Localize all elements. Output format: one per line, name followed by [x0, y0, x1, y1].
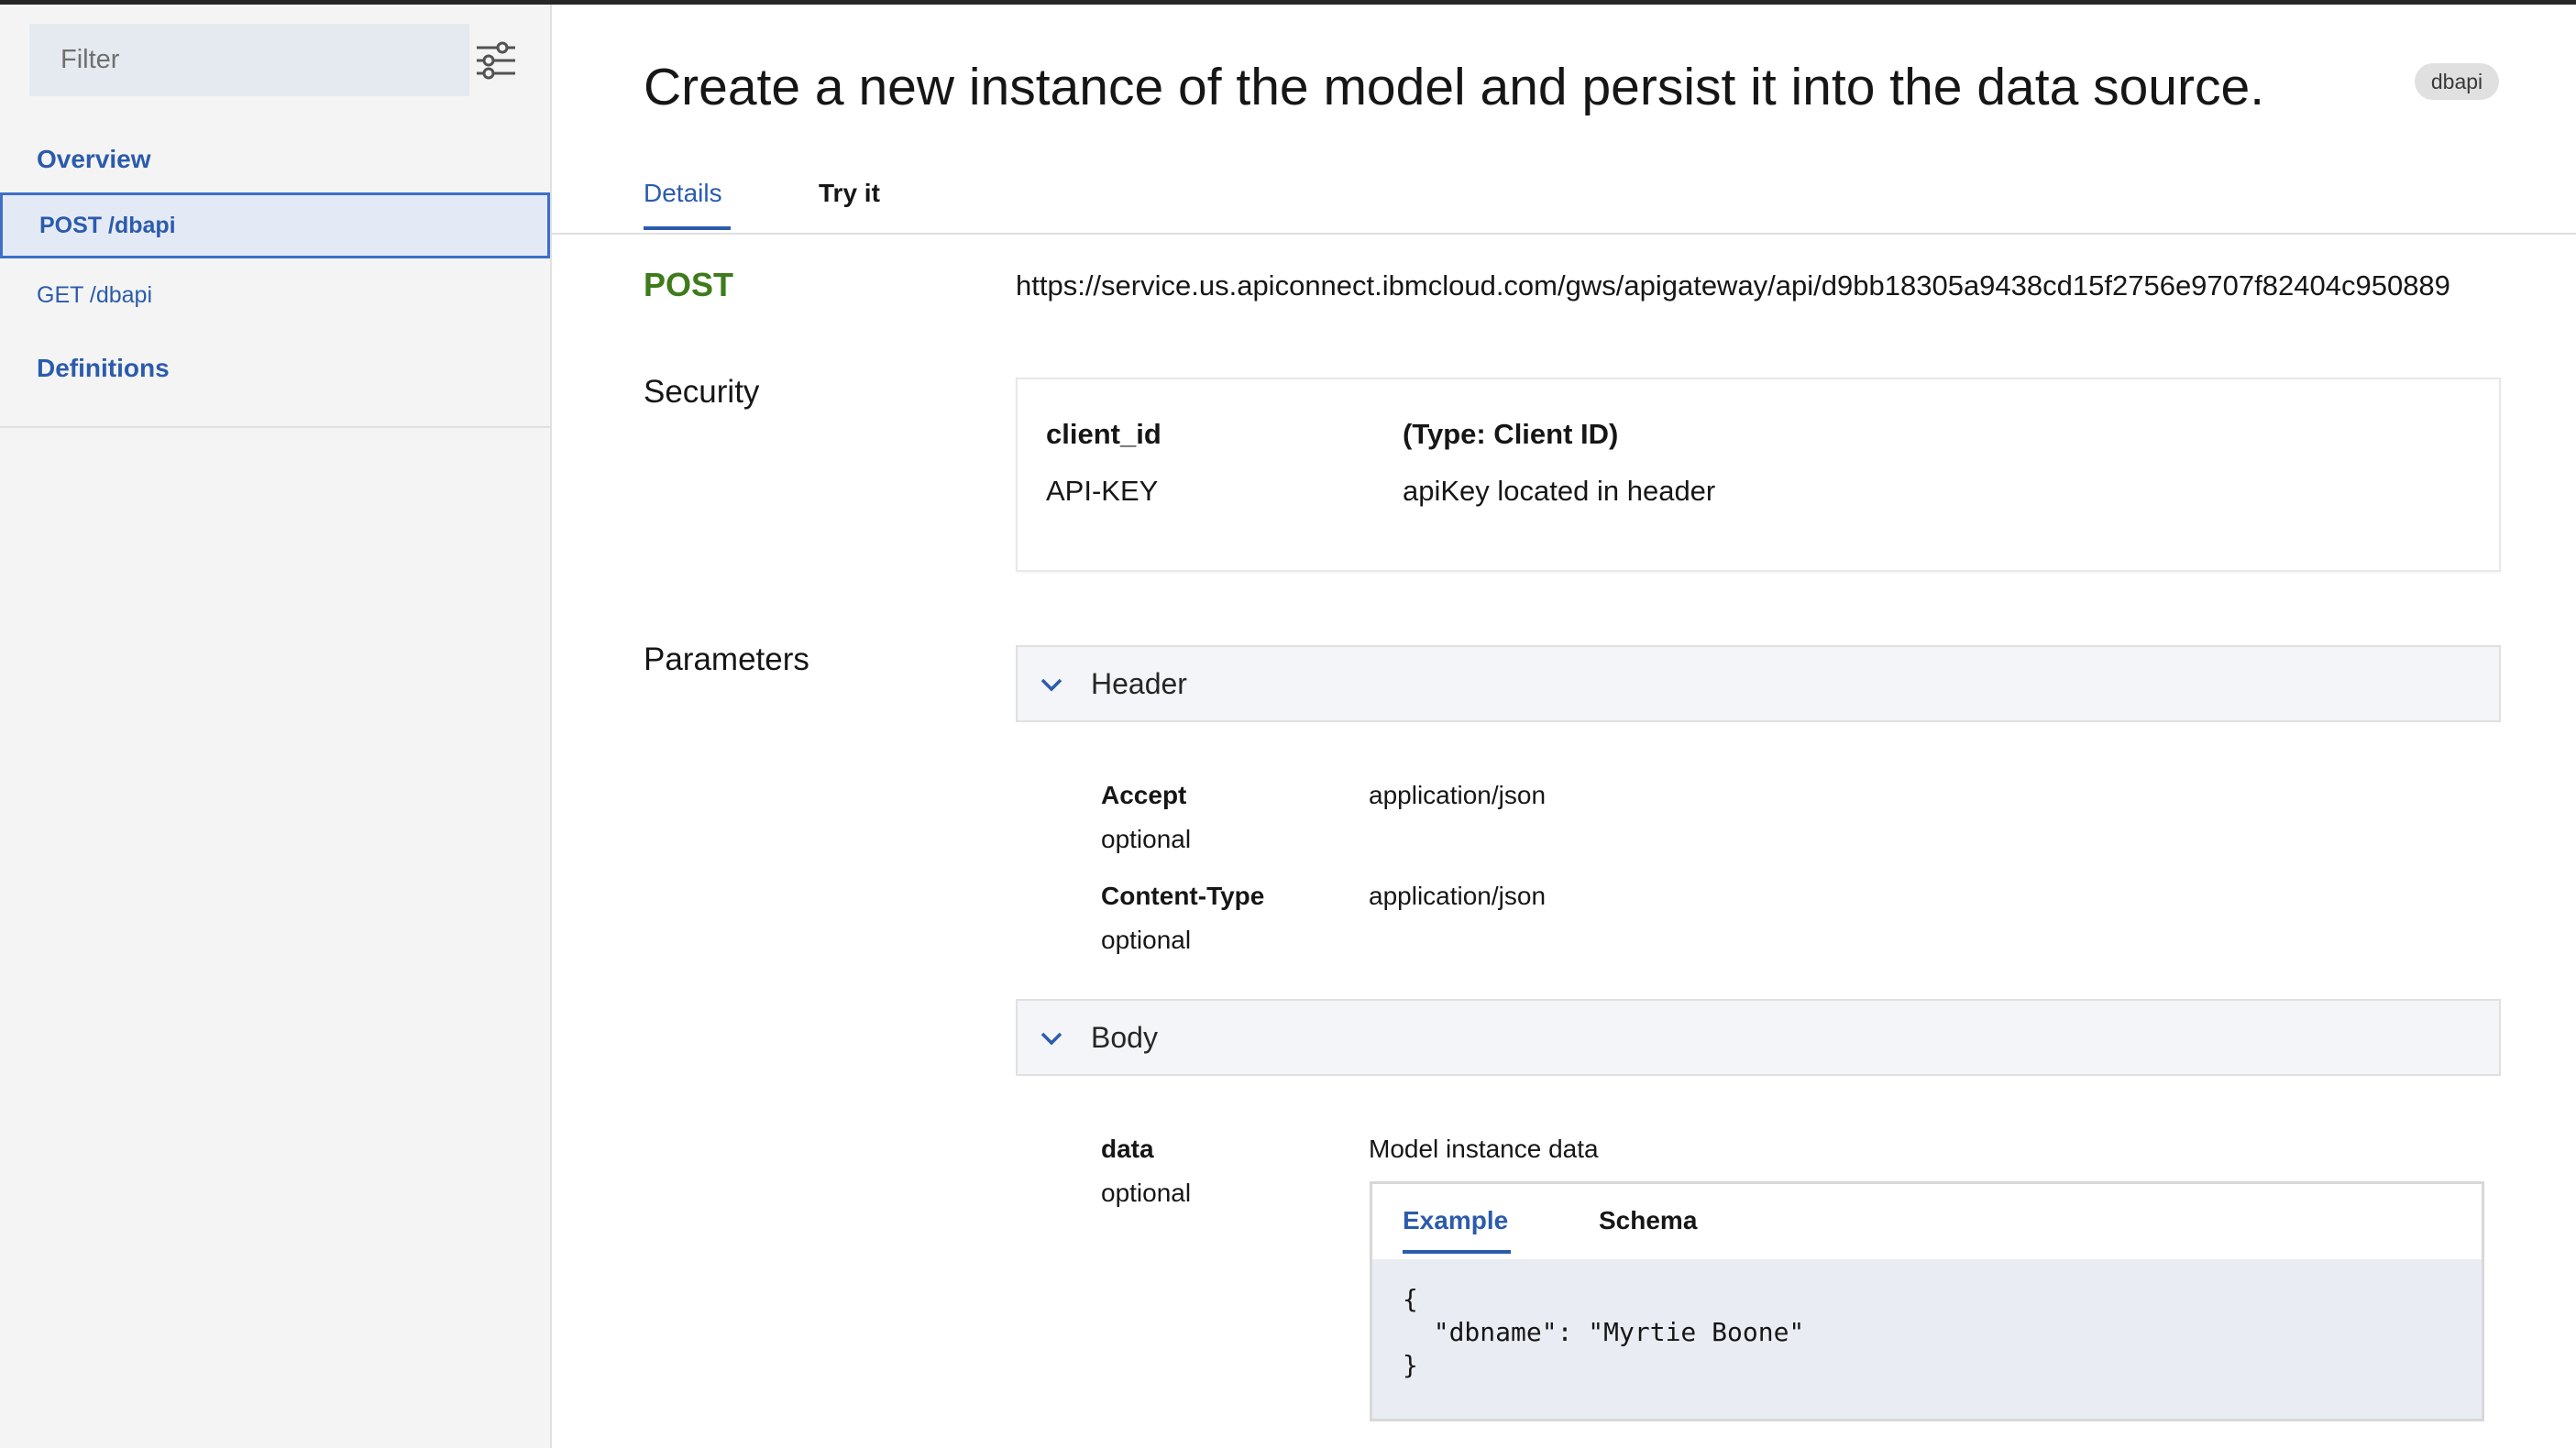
security-location: apiKey located in header	[1403, 475, 1716, 507]
tab-active-indicator	[1403, 1250, 1511, 1254]
chevron-down-icon	[1040, 678, 1062, 692]
security-name: API-KEY	[1046, 475, 1159, 507]
tab-try-it[interactable]: Try it	[819, 179, 880, 208]
nav-item-get-dbapi[interactable]: GET /dbapi	[0, 262, 550, 328]
filter-input[interactable]	[29, 24, 469, 96]
param-required: optional	[1101, 926, 1192, 954]
param-name: Accept	[1101, 781, 1187, 809]
chevron-down-icon	[1040, 1032, 1062, 1046]
param-name: data	[1101, 1135, 1154, 1163]
security-card	[1016, 378, 2501, 572]
sidebar: Overview POST /dbapi GET /dbapi Definiti…	[0, 5, 552, 1448]
tabs-divider	[550, 233, 2576, 235]
filter-field[interactable]	[29, 24, 469, 96]
filter-settings-icon[interactable]	[473, 38, 519, 83]
nav-overview[interactable]: Overview	[37, 145, 151, 174]
http-method: POST	[644, 266, 734, 303]
endpoint-url: https://service.us.apiconnect.ibmcloud.c…	[1016, 269, 2450, 302]
sidebar-divider	[0, 426, 550, 428]
security-heading: Security	[644, 374, 760, 410]
param-required: optional	[1101, 825, 1192, 853]
tab-example[interactable]: Example	[1403, 1206, 1508, 1235]
param-name: Content-Type	[1101, 882, 1265, 910]
nav-item-label: GET /dbapi	[37, 281, 153, 308]
accordion-title: Body	[1091, 1021, 1158, 1054]
body-example-panel: Example Schema { "dbname": "Myrtie Boone…	[1370, 1181, 2484, 1421]
param-description: Model instance data	[1369, 1135, 1599, 1163]
param-value: application/json	[1369, 882, 1547, 910]
header-params-accordion[interactable]: Header	[1016, 645, 2501, 722]
page-title: Create a new instance of the model and p…	[644, 58, 2265, 116]
security-type: (Type: Client ID)	[1403, 418, 1619, 450]
tab-schema[interactable]: Schema	[1599, 1206, 1697, 1235]
accordion-title: Header	[1091, 667, 1187, 700]
param-required: optional	[1101, 1179, 1192, 1207]
tab-details[interactable]: Details	[644, 179, 722, 208]
body-params-accordion[interactable]: Body	[1016, 999, 2501, 1076]
nav-definitions[interactable]: Definitions	[37, 354, 170, 383]
api-badge: dbapi	[2415, 63, 2499, 100]
security-key: client_id	[1046, 418, 1161, 450]
tab-active-indicator	[644, 226, 731, 230]
parameters-heading: Parameters	[644, 642, 809, 677]
example-code: { "dbname": "Myrtie Boone" }	[1372, 1259, 2482, 1419]
nav-item-post-dbapi[interactable]: POST /dbapi	[0, 192, 550, 258]
param-value: application/json	[1369, 781, 1547, 809]
nav-item-label: POST /dbapi	[39, 212, 176, 238]
